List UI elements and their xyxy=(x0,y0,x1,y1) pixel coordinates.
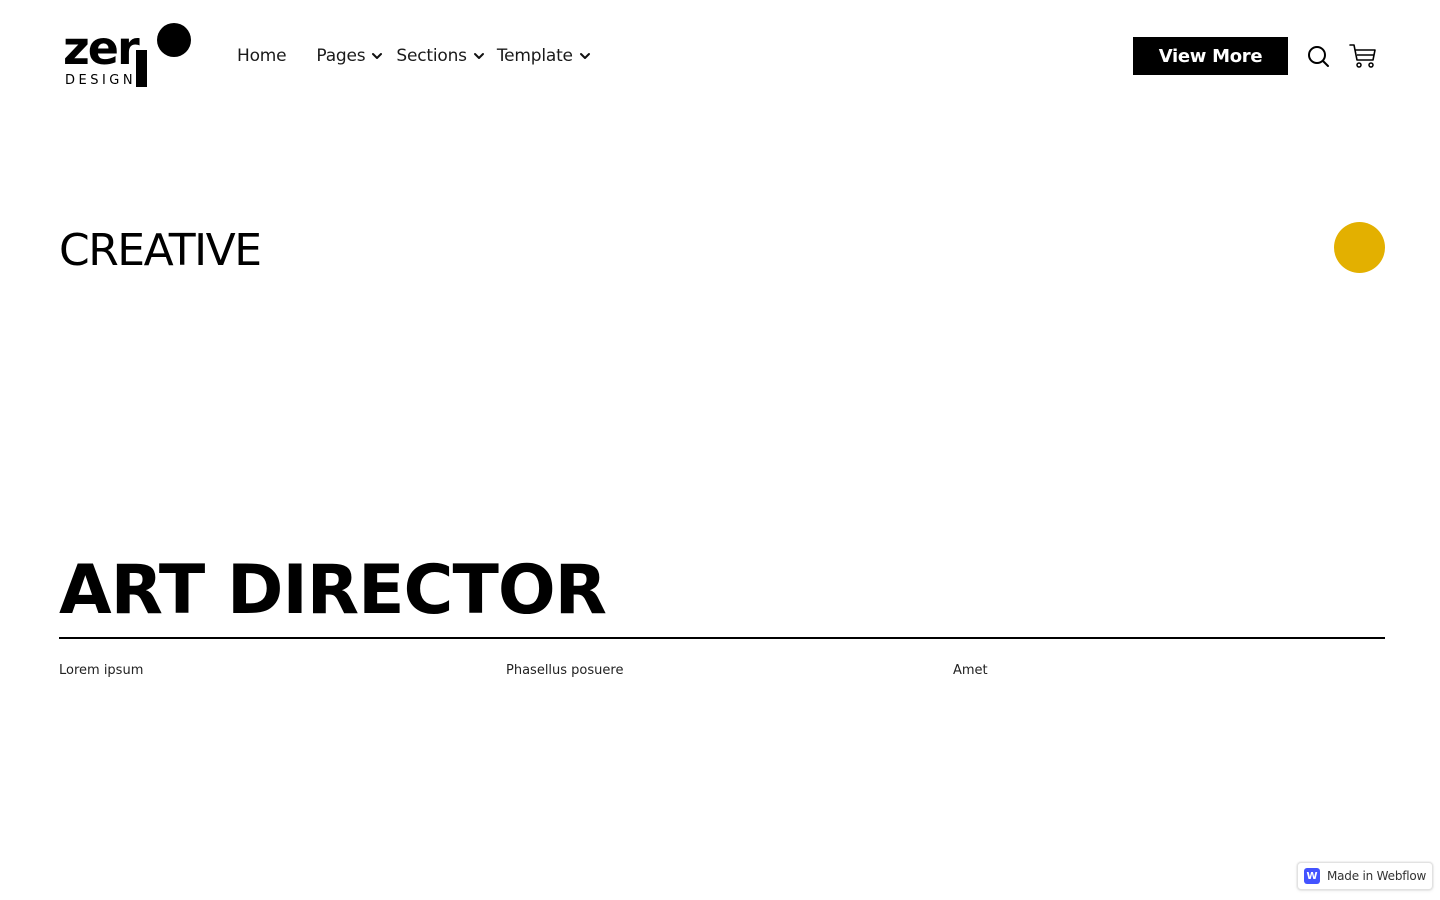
webflow-badge-label: Made in Webflow xyxy=(1327,869,1427,883)
chevron-down-icon xyxy=(473,53,484,59)
made-in-webflow-badge[interactable]: W Made in Webflow xyxy=(1297,862,1433,890)
chevron-down-icon xyxy=(372,53,383,59)
nav-item-home[interactable]: Home xyxy=(237,46,287,66)
chevron-down-icon xyxy=(579,53,590,59)
nav-item-label: Home xyxy=(237,46,287,66)
view-more-button[interactable]: View More xyxy=(1133,37,1288,75)
logo-word: zer xyxy=(63,22,140,75)
hero-tagline: Lorem ipsum xyxy=(59,663,144,678)
search-icon[interactable] xyxy=(1306,44,1330,68)
nav-item-label: Sections xyxy=(396,46,467,66)
main-nav: Home Pages Sections Template xyxy=(237,44,591,68)
nav-item-label: Pages xyxy=(316,46,366,66)
nav-item-sections[interactable]: Sections xyxy=(396,46,484,66)
nav-item-label: Template xyxy=(496,46,573,66)
page: zer DESIGN Home Pages Sections Template … xyxy=(0,0,1440,900)
webflow-icon: W xyxy=(1304,868,1320,884)
hero-tagline: Phasellus posuere xyxy=(506,663,624,678)
logo-subtitle: DESIGN xyxy=(65,73,136,88)
hero-eyebrow: CREATIVE xyxy=(59,225,262,276)
accent-dot xyxy=(1334,222,1385,273)
logo-mark-icon: zer DESIGN xyxy=(63,22,191,88)
nav-item-pages[interactable]: Pages xyxy=(316,46,383,66)
hero-tagline: Amet xyxy=(953,663,988,678)
brand-logo[interactable]: zer DESIGN xyxy=(63,22,193,90)
nav-item-template[interactable]: Template xyxy=(497,46,591,66)
hero-divider xyxy=(59,637,1385,639)
hero-title: ART DIRECTOR xyxy=(59,551,607,630)
cart-icon[interactable] xyxy=(1349,43,1377,69)
